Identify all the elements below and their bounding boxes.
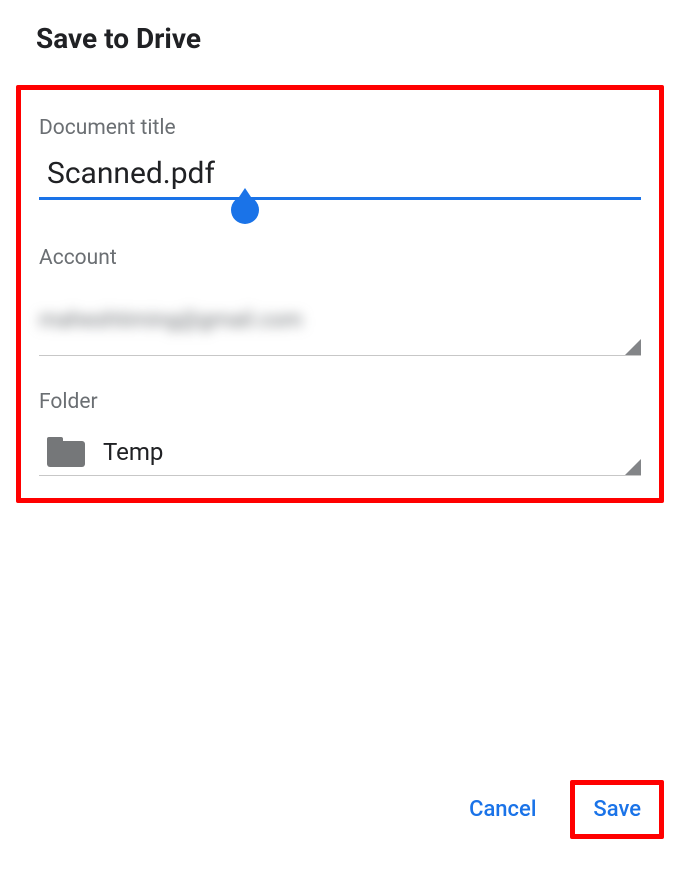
form-highlight-box: Document title Account maheshtiming@gmai… <box>16 85 664 503</box>
text-cursor-handle-icon[interactable] <box>231 196 259 224</box>
dropdown-indicator-icon <box>625 459 641 475</box>
account-value: maheshtiming@gmail.com <box>39 300 302 333</box>
footer-actions: Cancel Save <box>461 780 664 839</box>
document-title-label: Document title <box>39 116 641 140</box>
account-label: Account <box>39 246 641 270</box>
folder-icon <box>47 437 85 467</box>
document-title-field[interactable] <box>39 152 641 200</box>
folder-label: Folder <box>39 390 641 414</box>
dropdown-indicator-icon <box>625 339 641 355</box>
folder-selector[interactable]: Temp <box>39 428 641 476</box>
save-highlight-box: Save <box>570 780 664 839</box>
document-title-input[interactable] <box>39 152 641 200</box>
save-button[interactable]: Save <box>579 789 655 830</box>
page-title: Save to Drive <box>0 0 680 55</box>
cancel-button[interactable]: Cancel <box>461 785 544 834</box>
folder-value: Temp <box>103 438 163 466</box>
account-selector[interactable]: maheshtiming@gmail.com <box>39 300 641 356</box>
